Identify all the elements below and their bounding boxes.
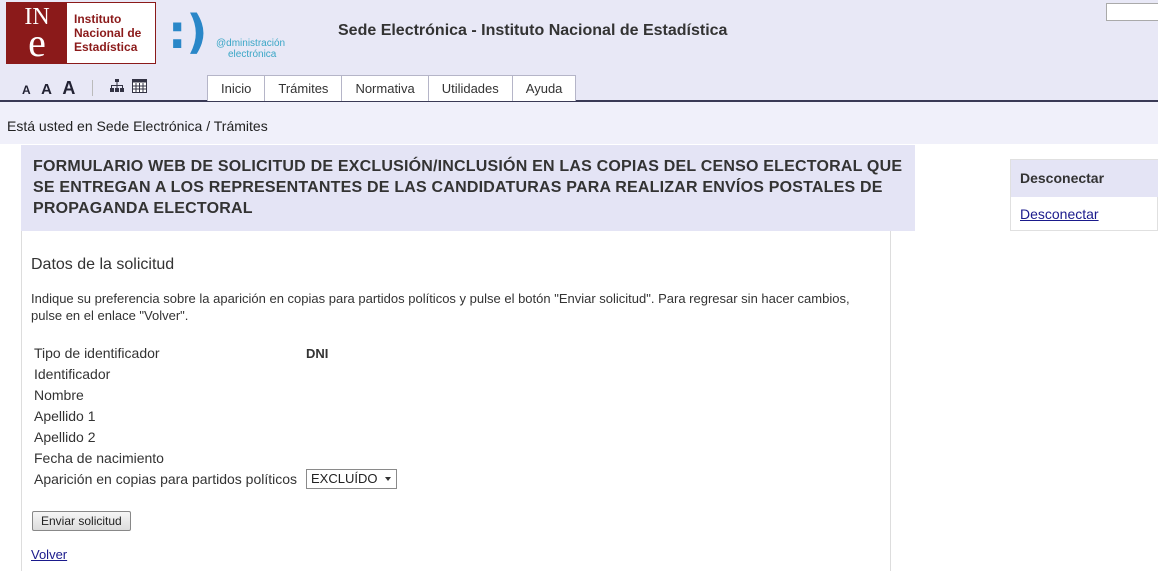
aparicion-select-row: Aparición en copias para partidos políti… — [34, 469, 397, 490]
ine-logo[interactable]: IN e Instituto Nacional de Estadística — [6, 2, 156, 64]
side-panel-title: Desconectar — [1020, 170, 1105, 186]
field-row-fecha-nacimiento: Fecha de nacimiento — [34, 448, 434, 469]
tab-tramites[interactable]: Trámites — [264, 75, 343, 101]
smiley-logo-mark: :) — [168, 5, 208, 59]
aparicion-select-value: EXCLUÍDO — [311, 471, 378, 486]
field-row-identificador: Identificador — [34, 364, 434, 385]
field-label: Identificador — [34, 366, 111, 382]
aparicion-select[interactable]: EXCLUÍDO — [306, 469, 397, 489]
admin-logo-text: @dministración electrónica — [216, 38, 285, 60]
tab-utilidades[interactable]: Utilidades — [427, 75, 513, 101]
ine-logo-mark: IN e — [7, 3, 67, 63]
disconnect-link[interactable]: Desconectar — [1020, 206, 1099, 222]
toolbar-divider — [92, 80, 93, 96]
field-row-apellido-1: Apellido 1 — [34, 406, 434, 427]
back-link[interactable]: Volver — [31, 547, 67, 562]
page-title: FORMULARIO WEB DE SOLICITUD DE EXCLUSIÓN… — [33, 158, 903, 217]
ine-logo-text: Instituto Nacional de Estadística — [74, 12, 141, 54]
side-panel: Desconectar Desconectar — [1010, 159, 1158, 231]
submit-request-button[interactable]: Enviar solicitud — [32, 511, 131, 531]
admin-logo-line2: electrónica — [228, 49, 277, 60]
form-title-box: FORMULARIO WEB DE SOLICITUD DE EXCLUSIÓN… — [21, 145, 915, 231]
font-size-controls: A A A — [22, 78, 81, 99]
ine-logo-line2: Nacional de — [74, 26, 142, 40]
admin-logo-line1: @dministración — [216, 38, 286, 49]
field-row-nombre: Nombre — [34, 385, 434, 406]
site-title: Sede Electrónica - Instituto Nacional de… — [338, 22, 728, 39]
ine-logo-line1: Instituto — [74, 12, 122, 26]
side-panel-header: Desconectar — [1011, 160, 1158, 197]
ine-logo-line3: Estadística — [74, 40, 138, 54]
administracion-electronica-logo[interactable]: :) @dministración electrónica — [164, 4, 296, 64]
font-size-medium-button[interactable]: A — [41, 81, 52, 98]
section-title: Datos de la solicitud — [31, 256, 175, 273]
ine-logo-mark-bottom: e — [28, 20, 46, 65]
field-row-apellido-2: Apellido 2 — [34, 427, 434, 448]
main-nav: Inicio Trámites Normativa Utilidades Ayu… — [207, 75, 577, 101]
field-label: Apellido 2 — [34, 429, 96, 445]
field-label: Fecha de nacimiento — [34, 450, 164, 466]
field-label: Nombre — [34, 387, 84, 403]
calendar-icon[interactable] — [132, 79, 148, 98]
field-label: Tipo de identificador — [34, 345, 160, 361]
font-size-large-button[interactable]: A — [62, 78, 75, 99]
field-label: Apellido 1 — [34, 408, 96, 424]
tab-ayuda[interactable]: Ayuda — [511, 75, 577, 101]
breadcrumb: Está usted en Sede Electrónica / Trámite… — [7, 118, 268, 134]
sitemap-icon[interactable] — [110, 79, 124, 98]
font-size-small-button[interactable]: A — [22, 83, 31, 97]
tab-normativa[interactable]: Normativa — [341, 75, 429, 101]
field-row-tipo-identificador: Tipo de identificador DNI — [34, 343, 434, 364]
field-value: DNI — [306, 346, 329, 361]
tab-inicio[interactable]: Inicio — [207, 75, 266, 101]
request-fields: Tipo de identificador DNI Identificador … — [34, 343, 434, 469]
aparicion-select-label: Aparición en copias para partidos políti… — [34, 471, 298, 487]
search-input[interactable] — [1106, 3, 1158, 21]
chevron-down-icon — [385, 477, 391, 481]
instructions-text: Indique su preferencia sobre la aparició… — [31, 291, 850, 323]
toolbar-icons — [110, 79, 151, 98]
